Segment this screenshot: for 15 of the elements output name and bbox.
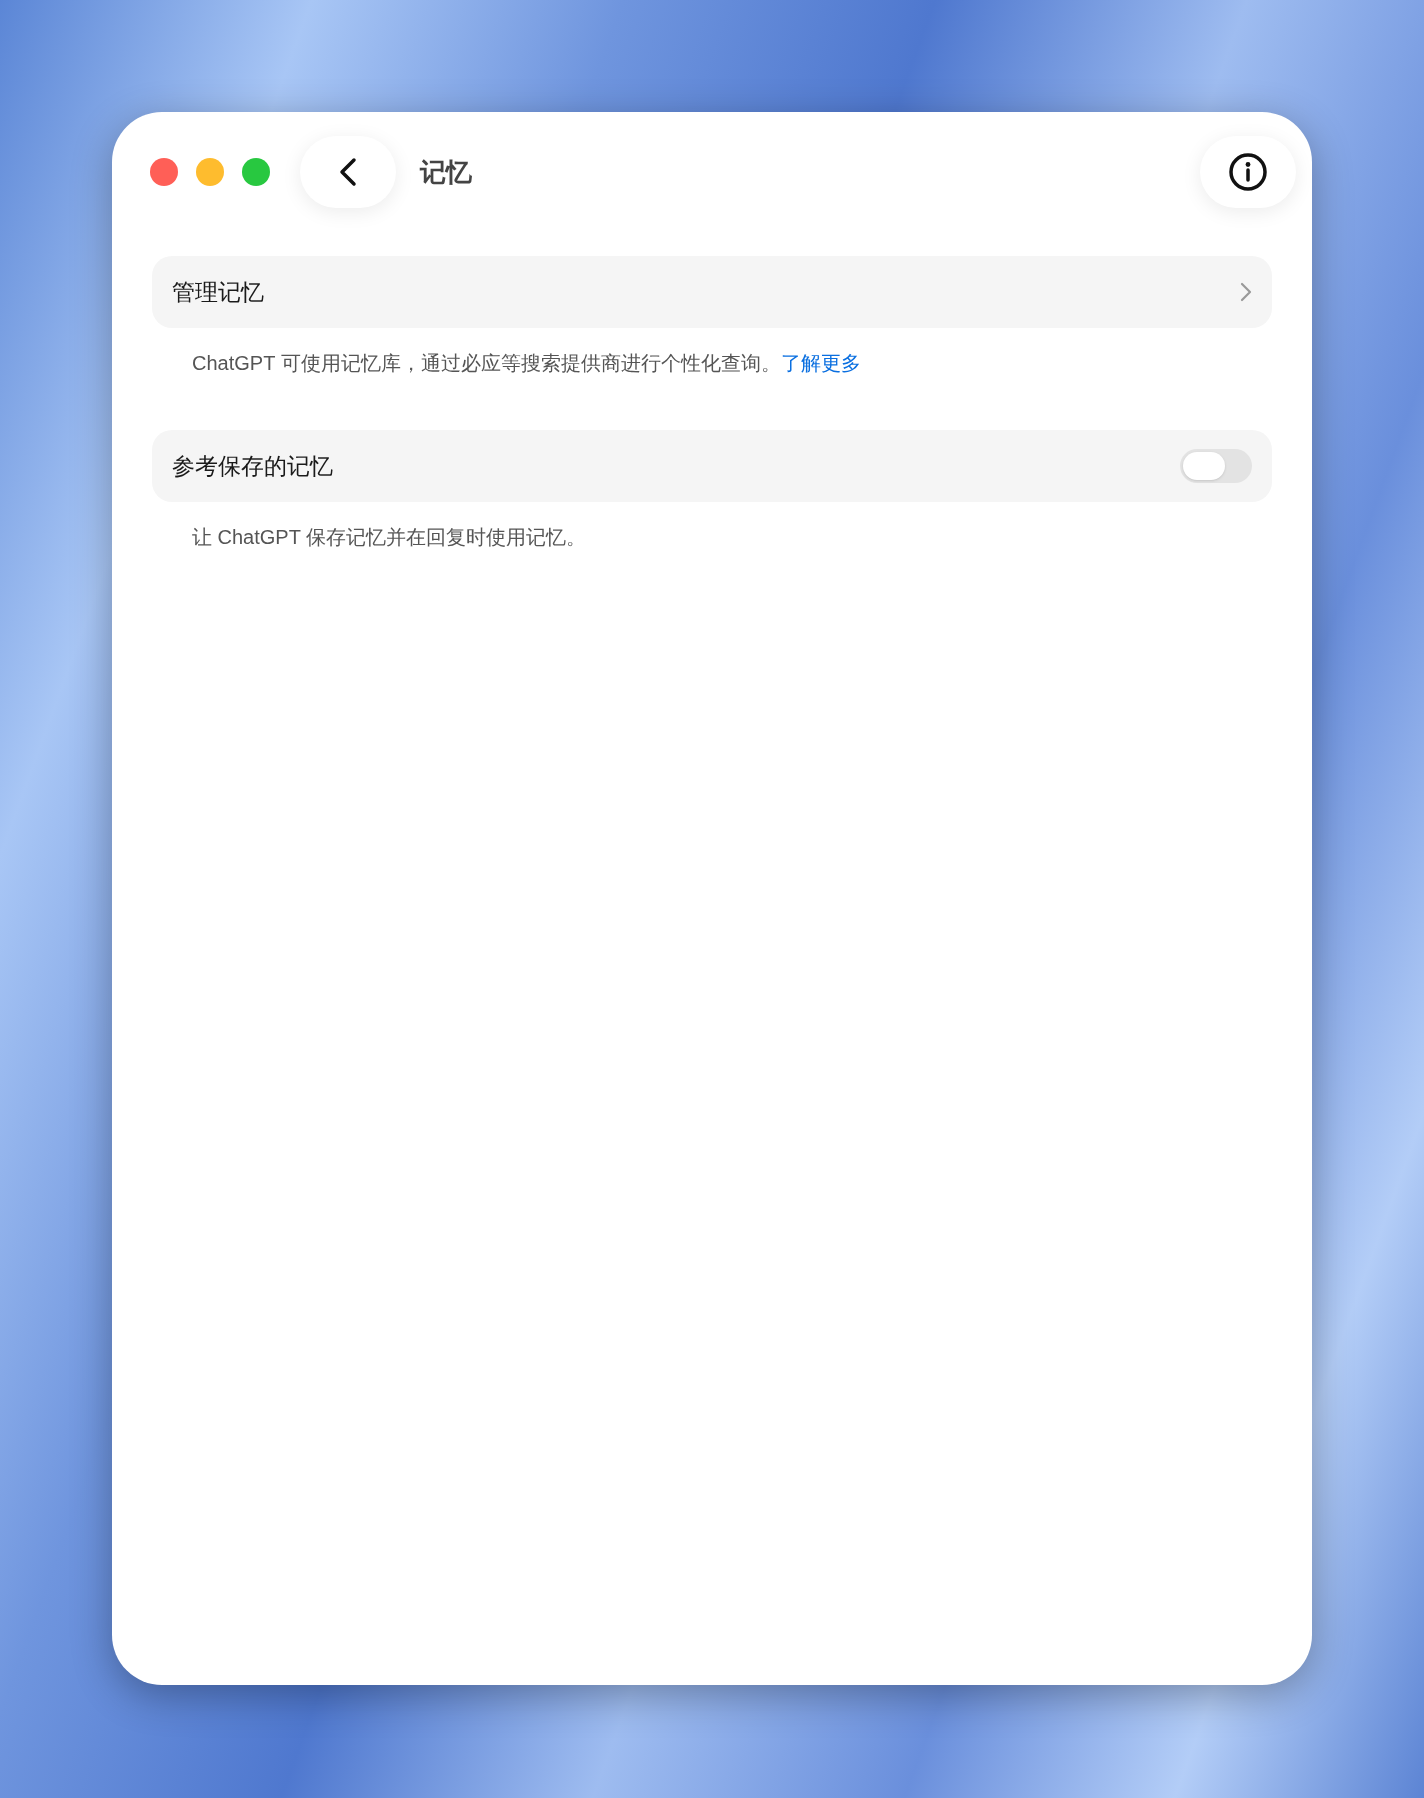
window-control-button[interactable] bbox=[196, 158, 224, 186]
setting-row[interactable]: 参考保存的记忆 bbox=[152, 430, 1272, 502]
info-icon bbox=[1228, 152, 1268, 192]
menu-row[interactable]: 管理记忆 bbox=[152, 256, 1272, 328]
chevron-right-icon bbox=[1240, 282, 1252, 302]
window-control-button[interactable] bbox=[242, 158, 270, 186]
learn-more-link[interactable]: 了解更多 bbox=[780, 348, 861, 378]
description-text: 让 ChatGPT 保存记忆并在回复时使用记忆。 bbox=[192, 525, 587, 550]
back-icon bbox=[339, 157, 357, 187]
row-label: 管理记忆 bbox=[172, 277, 265, 307]
toggle-switch[interactable] bbox=[1180, 449, 1252, 483]
row-label: 参考保存的记忆 bbox=[172, 451, 334, 481]
window-control-button[interactable] bbox=[150, 158, 178, 186]
window-title: 记忆 bbox=[420, 155, 472, 189]
description-text: ChatGPT 可使用记忆库，通过必应等搜索提供商进行个性化查询。 bbox=[192, 351, 781, 376]
